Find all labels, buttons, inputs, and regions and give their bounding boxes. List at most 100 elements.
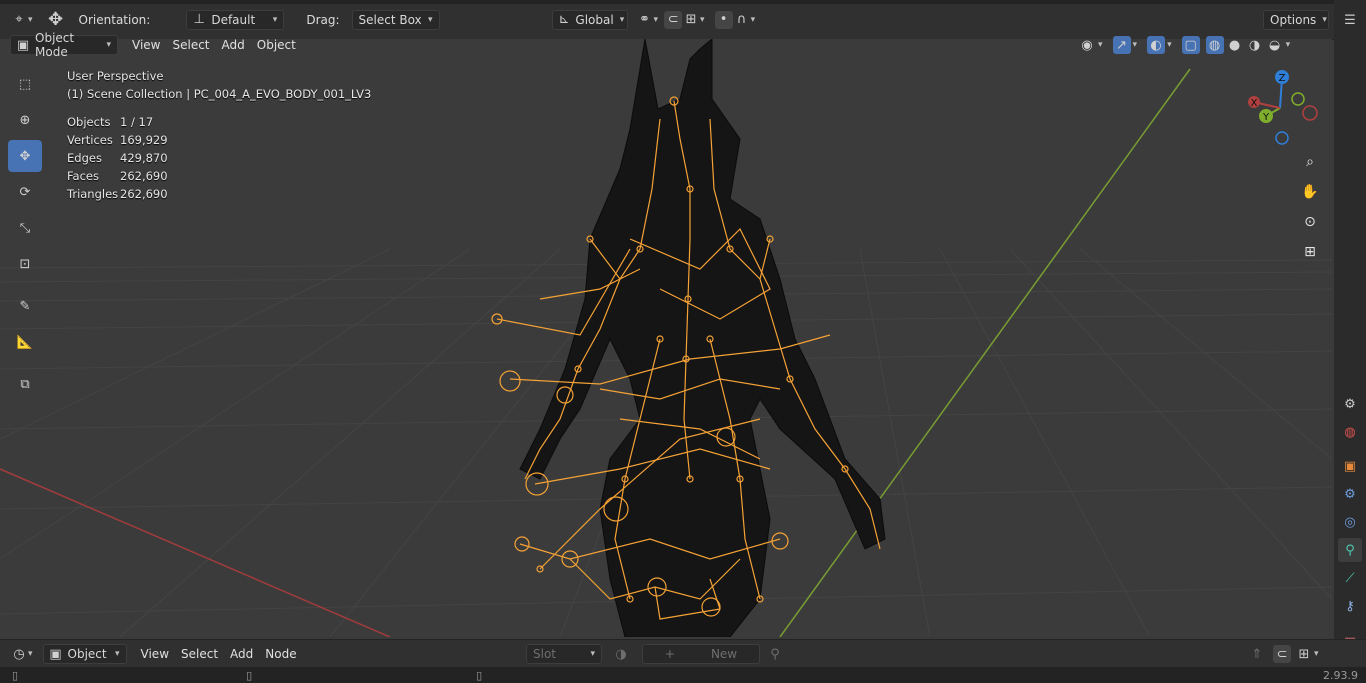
measure-tool[interactable]: 📐 [8, 326, 42, 358]
stat-row: Vertices 169,929 [67, 131, 371, 149]
chevron-down-icon: ▾ [1314, 649, 1319, 659]
scale-tool[interactable]: ⤡ [8, 212, 42, 244]
chevron-down-icon: ▾ [272, 14, 278, 25]
editor-type-icon[interactable]: ◷ [10, 645, 28, 663]
xray-icon[interactable]: ▢ [1181, 36, 1200, 54]
neg-y-axis-ball[interactable] [1291, 92, 1305, 106]
stat-row: Objects 1 / 17 [67, 113, 371, 131]
transform-tool[interactable]: ⊡ [8, 248, 42, 280]
object-icon: ▣ [49, 646, 62, 662]
mode-dropdown[interactable]: ▣ Object Mode ▾ [10, 31, 118, 59]
mouse-left-icon: ▯ [12, 668, 19, 682]
y-axis-line [779, 68, 1191, 637]
material-browse-icon[interactable]: ◑ [612, 645, 630, 663]
transform-icon: ⊡ [19, 256, 31, 272]
view-perspective-text: User Perspective [67, 69, 164, 83]
tool-properties-tab[interactable]: ⚙ [1338, 392, 1362, 416]
snap-icon[interactable]: ⊂ [1273, 645, 1291, 663]
axes-icon: ⊥ [193, 12, 205, 27]
x-axis-label: X [1251, 98, 1258, 109]
new-material-button[interactable]: + New [642, 644, 760, 664]
armature-data-tab[interactable]: ⚲ [1338, 538, 1362, 562]
move-tool[interactable]: ✥ [8, 140, 42, 172]
cursor-icon: ⊕ [19, 112, 31, 128]
toggle-perspective-button[interactable]: ⊞ [1296, 238, 1324, 266]
cursor-tool[interactable]: ⊕ [8, 104, 42, 136]
snap-target-icon[interactable]: ⊞ [1295, 645, 1313, 663]
zoom-button[interactable]: ⌕ [1296, 148, 1324, 176]
snap-increment-icon[interactable]: ⊞ [682, 11, 700, 29]
move-tool-icon: ✥ [47, 9, 64, 30]
orbit-icon: ◎ [1344, 514, 1356, 530]
proportional-edit-icon[interactable]: • [714, 10, 733, 29]
editor-type-icon[interactable]: ⌖ [10, 11, 28, 29]
world-properties-tab[interactable]: ◍ [1338, 420, 1362, 444]
neg-z-axis-ball[interactable] [1275, 131, 1289, 145]
tool-shelf: ⬚ ⊕ ✥ ⟳ ⤡ ⊡ ✎ 📐 ⧉ [8, 66, 50, 402]
parent-node-icon[interactable]: ⇑ [1248, 645, 1266, 663]
snap-icon[interactable]: ⊂ [664, 10, 683, 29]
solid-shading-icon[interactable]: ● [1226, 36, 1244, 54]
rendered-shading-icon[interactable]: ◒ [1266, 36, 1284, 54]
visibility-icon[interactable]: ◉ [1078, 36, 1096, 54]
rotate-tool[interactable]: ⟳ [8, 176, 42, 208]
material-shading-icon[interactable]: ◑ [1246, 36, 1264, 54]
annotate-tool[interactable]: ✎ [8, 290, 42, 322]
pivot-point-icon[interactable]: ⚭ [636, 11, 654, 29]
add-menu[interactable]: Add [216, 35, 251, 55]
bone-properties-tab[interactable]: ⟋ [1338, 566, 1362, 590]
modifier-properties-tab[interactable]: ⚙ [1338, 482, 1362, 506]
overlays-icon[interactable]: ◐ [1147, 36, 1166, 54]
mode-value: Object Mode [35, 31, 75, 59]
stat-key: Objects [67, 115, 111, 129]
chevron-down-icon: ▾ [28, 14, 33, 25]
view-menu[interactable]: View [135, 644, 175, 664]
node-editor-header: ◷ ▾ ▣ Object ▾ View Select Add Node Slot … [0, 639, 1366, 668]
stat-key: Triangles [67, 187, 119, 201]
neg-x-axis-ball[interactable] [1302, 105, 1318, 121]
add-menu[interactable]: Add [224, 644, 259, 664]
grid-icon: ⊞ [1304, 244, 1316, 260]
rotate-icon: ⟳ [19, 184, 31, 200]
pin-icon[interactable]: ⚲ [766, 645, 784, 663]
wireframe-shading-icon[interactable]: ◍ [1205, 36, 1224, 54]
navigation-gizmo[interactable]: Z Y X [1240, 66, 1320, 152]
select-box-tool[interactable]: ⬚ [8, 68, 42, 100]
status-bar: ▯ ▯ ▯ 2.93.9 [0, 667, 1366, 683]
node-menu[interactable]: Node [259, 644, 302, 664]
plus-icon: + [664, 647, 675, 661]
gizmo-toggle-icon[interactable]: ↗ [1112, 36, 1131, 54]
version-text: 2.93.9 [1323, 668, 1358, 682]
pan-button[interactable]: ✋ [1296, 178, 1324, 206]
chevron-down-icon: ▾ [750, 14, 756, 25]
y-axis-label: Y [1262, 112, 1270, 123]
annotate-pencil-icon: ✎ [19, 298, 31, 314]
chevron-down-icon: ▾ [1098, 40, 1103, 50]
stat-row: Faces 262,690 [67, 167, 371, 185]
options-dropdown[interactable]: Options ▾ [1263, 9, 1329, 30]
slot-dropdown[interactable]: Slot ▾ [526, 644, 602, 664]
view-menu[interactable]: View [126, 35, 166, 55]
select-menu[interactable]: Select [175, 644, 224, 664]
select-menu[interactable]: Select [166, 35, 215, 55]
collection-text: (1) Scene Collection | PC_004_A_EVO_BODY… [67, 87, 372, 101]
camera-view-button[interactable]: ⊙ [1296, 208, 1324, 236]
object-menu[interactable]: Object [251, 35, 302, 55]
constraint-properties-tab[interactable]: ⚷ [1338, 594, 1362, 618]
falloff-curve-icon[interactable]: ∩ [733, 11, 751, 29]
physics-properties-tab[interactable]: ◎ [1338, 510, 1362, 534]
world-icon: ◍ [1344, 424, 1356, 440]
options-label: Options [1270, 12, 1317, 27]
shader-type-dropdown[interactable]: ▣ Object ▾ [42, 644, 127, 664]
drag-dropdown[interactable]: Select Box ▾ [351, 9, 440, 30]
stat-row: Edges 429,870 [67, 149, 371, 167]
outliner-toggle[interactable]: ☰ [1338, 8, 1362, 32]
add-cube-tool[interactable]: ⧉ [8, 368, 42, 400]
object-properties-tab[interactable]: ▣ [1338, 454, 1362, 478]
transform-space-value: Global [575, 12, 614, 27]
mouse-middle-icon: ▯ [246, 668, 253, 682]
orientation-dropdown[interactable]: ⊥ Default ▾ [186, 9, 285, 30]
transform-orientation-dropdown[interactable]: ⊾ Global ▾ [551, 9, 628, 30]
chevron-down-icon: ▾ [1167, 40, 1172, 50]
drag-label: Drag: [306, 12, 340, 27]
